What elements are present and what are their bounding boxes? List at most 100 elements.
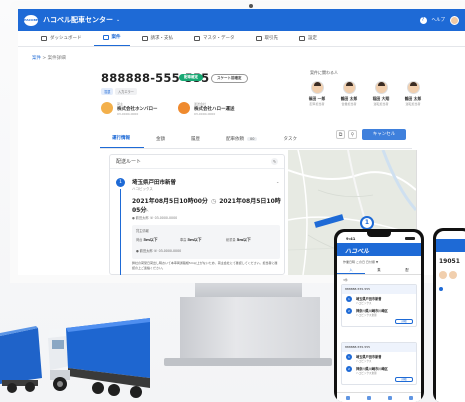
phone-tab[interactable]: 集 (365, 267, 393, 274)
chevron-up-icon[interactable]: ⌃ (276, 181, 279, 186)
phone-2-header (436, 239, 465, 252)
phone-count: 3件 (343, 278, 348, 282)
phone-tab[interactable]: 入 (337, 267, 365, 274)
nav-item-4[interactable]: 取引先 (247, 35, 288, 46)
phone-header: ハコベル (337, 243, 421, 256)
nav-item-5[interactable]: 設定 (290, 35, 326, 46)
detail-tabs: 運行情報 金額 履歴 配車依頼 00 タスク (100, 135, 311, 148)
tab-label: タスク (283, 136, 297, 142)
phone-tabs: 入 集 配 (337, 267, 421, 275)
info-item: 車高 5m以下 (180, 237, 202, 242)
breadcrumb: 案件 > 案件詳細 (32, 55, 66, 61)
tab-count: 00 (247, 136, 258, 141)
route-line (120, 189, 121, 275)
tab-4[interactable]: タスク (271, 135, 311, 148)
nav-icon (194, 35, 200, 41)
carrier-avatar (178, 102, 190, 114)
shipper-avatar (101, 102, 113, 114)
tag-error: 入力エラー (115, 88, 137, 95)
phone-case-card[interactable]: 888888-555-555 1 埼玉県戸田市新曽 ハコビックス 2 神奈川県川崎市川… (341, 284, 417, 327)
person-card[interactable]: 稲田 大翔 運転担当者 (364, 81, 398, 106)
bell-icon[interactable] (387, 395, 392, 400)
map-pin[interactable]: 1 (360, 216, 374, 230)
phone-2-avatar (449, 271, 457, 279)
phone-case-id: 888888-555-555 (342, 343, 416, 352)
app-title[interactable]: ハコベル配車センター (43, 15, 113, 25)
info-item: 総重量 5m以下 (226, 237, 251, 242)
monitor-base (164, 358, 332, 366)
user-avatar[interactable] (450, 15, 459, 25)
phone-screen: 9:41 ハコベル 作業日時 この日 日付順 ▼ 入 集 配 3件 888888… (337, 232, 421, 402)
person-card[interactable]: 鶴田 太郎 運転担当者 (396, 81, 430, 106)
breadcrumb-root[interactable]: 案件 (32, 56, 41, 61)
tab-divider (100, 148, 412, 149)
phone-case-card[interactable]: 888888-555-555 1 埼玉県戸田市新曽 ハコビックス 2 神奈川県川崎市川… (341, 342, 417, 385)
cancel-button[interactable]: キャンセル (362, 129, 406, 140)
phone-filter[interactable]: 作業日時 この日 日付順 ▼ (343, 260, 378, 264)
phone-2-dot (439, 287, 443, 291)
promo-scene: HACOBELL ハコベル配車センター ⌄ ? ヘルプ ダッシュボード 案件 請求・… (0, 0, 465, 402)
info-title: 貸主情報 (136, 229, 149, 233)
contact-row-2: ● 鶴田太郎 ☏ 03-0000-0000 (132, 215, 177, 220)
cargo-info: 貸主情報 荷台 5m以下 車高 5m以下 総重量 5m以下 ● 鶴田太郎 ☏ 0… (132, 225, 280, 259)
person-avatar (406, 81, 420, 94)
person-avatar (374, 81, 388, 94)
phone-tab[interactable]: 配 (393, 267, 421, 274)
copy-icon[interactable]: ⧉ (336, 130, 345, 139)
person-role: 営業担当者 (341, 102, 357, 106)
person-card[interactable]: 篠田 一郎 配車担当者 (300, 81, 334, 106)
person-card[interactable]: 鶴田 太郎 営業担当者 (332, 81, 366, 106)
carrier-tel: 03-0000-0000 (194, 112, 216, 116)
stop-number: 1 (116, 178, 125, 187)
tab-1[interactable]: 金額 (144, 135, 179, 148)
nav-item-3[interactable]: マスタ・データ (185, 35, 244, 46)
tab-tools: ⧉ ⚲ (336, 130, 357, 139)
help-icon[interactable]: ? (419, 16, 427, 24)
phone-2-screen: 19051 (436, 231, 465, 402)
phone-detail-button[interactable]: 詳細 (395, 319, 413, 324)
app-header: HACOBELL ハコベル配車センター ⌄ ? ヘルプ (18, 9, 465, 31)
breadcrumb-separator: > (41, 56, 48, 61)
user-icon[interactable]: ⚲ (348, 130, 357, 139)
person-avatar (310, 81, 324, 94)
menu-icon[interactable] (408, 395, 413, 400)
nav-label: 設定 (308, 36, 317, 41)
nav-item-1[interactable]: 案件 (93, 34, 130, 46)
trucks-illustration (0, 318, 150, 398)
phone-bottom-nav (337, 392, 421, 402)
tab-2[interactable]: 履歴 (179, 135, 214, 148)
nav-label: 案件 (111, 35, 121, 40)
smartphone: 9:41 ハコベル 作業日時 この日 日付順 ▼ 入 集 配 3件 888888… (334, 229, 424, 402)
phone-notch (367, 232, 391, 237)
shipper-company[interactable]: 荷主 株式会社ホンバロー 03-0000-0000 (101, 102, 158, 116)
person-avatar (342, 81, 356, 94)
tab-label: 運行情報 (112, 136, 130, 141)
phone-2-case-id: 19051 (439, 258, 460, 265)
phone-stop: 2 神奈川県川崎市川崎区 ハコビックス倉庫 (342, 306, 416, 318)
camera-dot (249, 4, 253, 8)
phone-case-id: 888888-555-555 (342, 285, 416, 294)
nav-item-0[interactable]: ダッシュボード (32, 35, 91, 46)
chevron-down-icon[interactable]: ⌄ (116, 17, 120, 23)
info-item: 荷台 5m以下 (136, 237, 158, 242)
tab-label: 配車依頼 (226, 136, 244, 142)
tab-3[interactable]: 配車依頼 00 (214, 135, 271, 148)
tab-0[interactable]: 運行情報 (100, 135, 144, 148)
nav-icon (299, 35, 305, 41)
help-link[interactable]: ヘルプ (432, 17, 446, 23)
carrier-company[interactable]: 運送会社 株式会社ハロー運送 03-0000-0000 (178, 102, 235, 116)
tab-label: 履歴 (191, 136, 200, 142)
contact-tel: 03-0000-0000 (154, 216, 178, 220)
nav-item-2[interactable]: 請求・支払 (133, 35, 183, 46)
edit-icon[interactable]: ✎ (271, 158, 278, 165)
home-icon[interactable] (345, 395, 350, 400)
tag-mixed: 混載 (101, 88, 114, 95)
stop-name: 埼玉県戸田市新曽 (132, 180, 177, 186)
list-icon[interactable] (366, 395, 371, 400)
phone-stop: 1 埼玉県戸田市新曽 ハコビックス (342, 294, 416, 306)
phone-detail-button[interactable]: 詳細 (395, 377, 413, 382)
clock-icon: ◷ (210, 198, 217, 205)
nav-icon (102, 34, 109, 40)
secondary-status-badge[interactable]: スケート前確定 (211, 74, 248, 83)
app-logo-icon: HACOBELL (24, 14, 42, 26)
